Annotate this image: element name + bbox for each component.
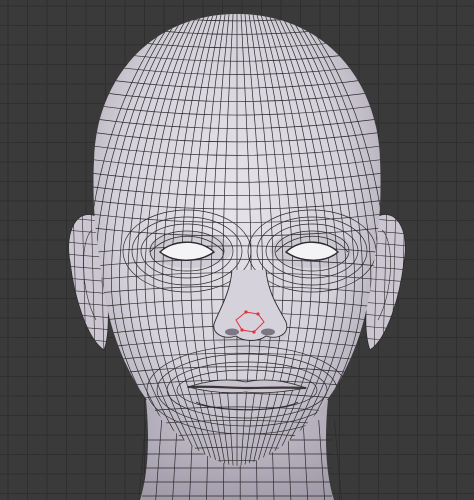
head-mesh[interactable] — [0, 0, 474, 500]
3d-viewport[interactable] — [0, 0, 474, 500]
wire-edge — [64, 200, 68, 355]
wire-edge — [365, 349, 406, 350]
wire-edge — [334, 419, 342, 500]
wire-edge — [68, 349, 109, 350]
